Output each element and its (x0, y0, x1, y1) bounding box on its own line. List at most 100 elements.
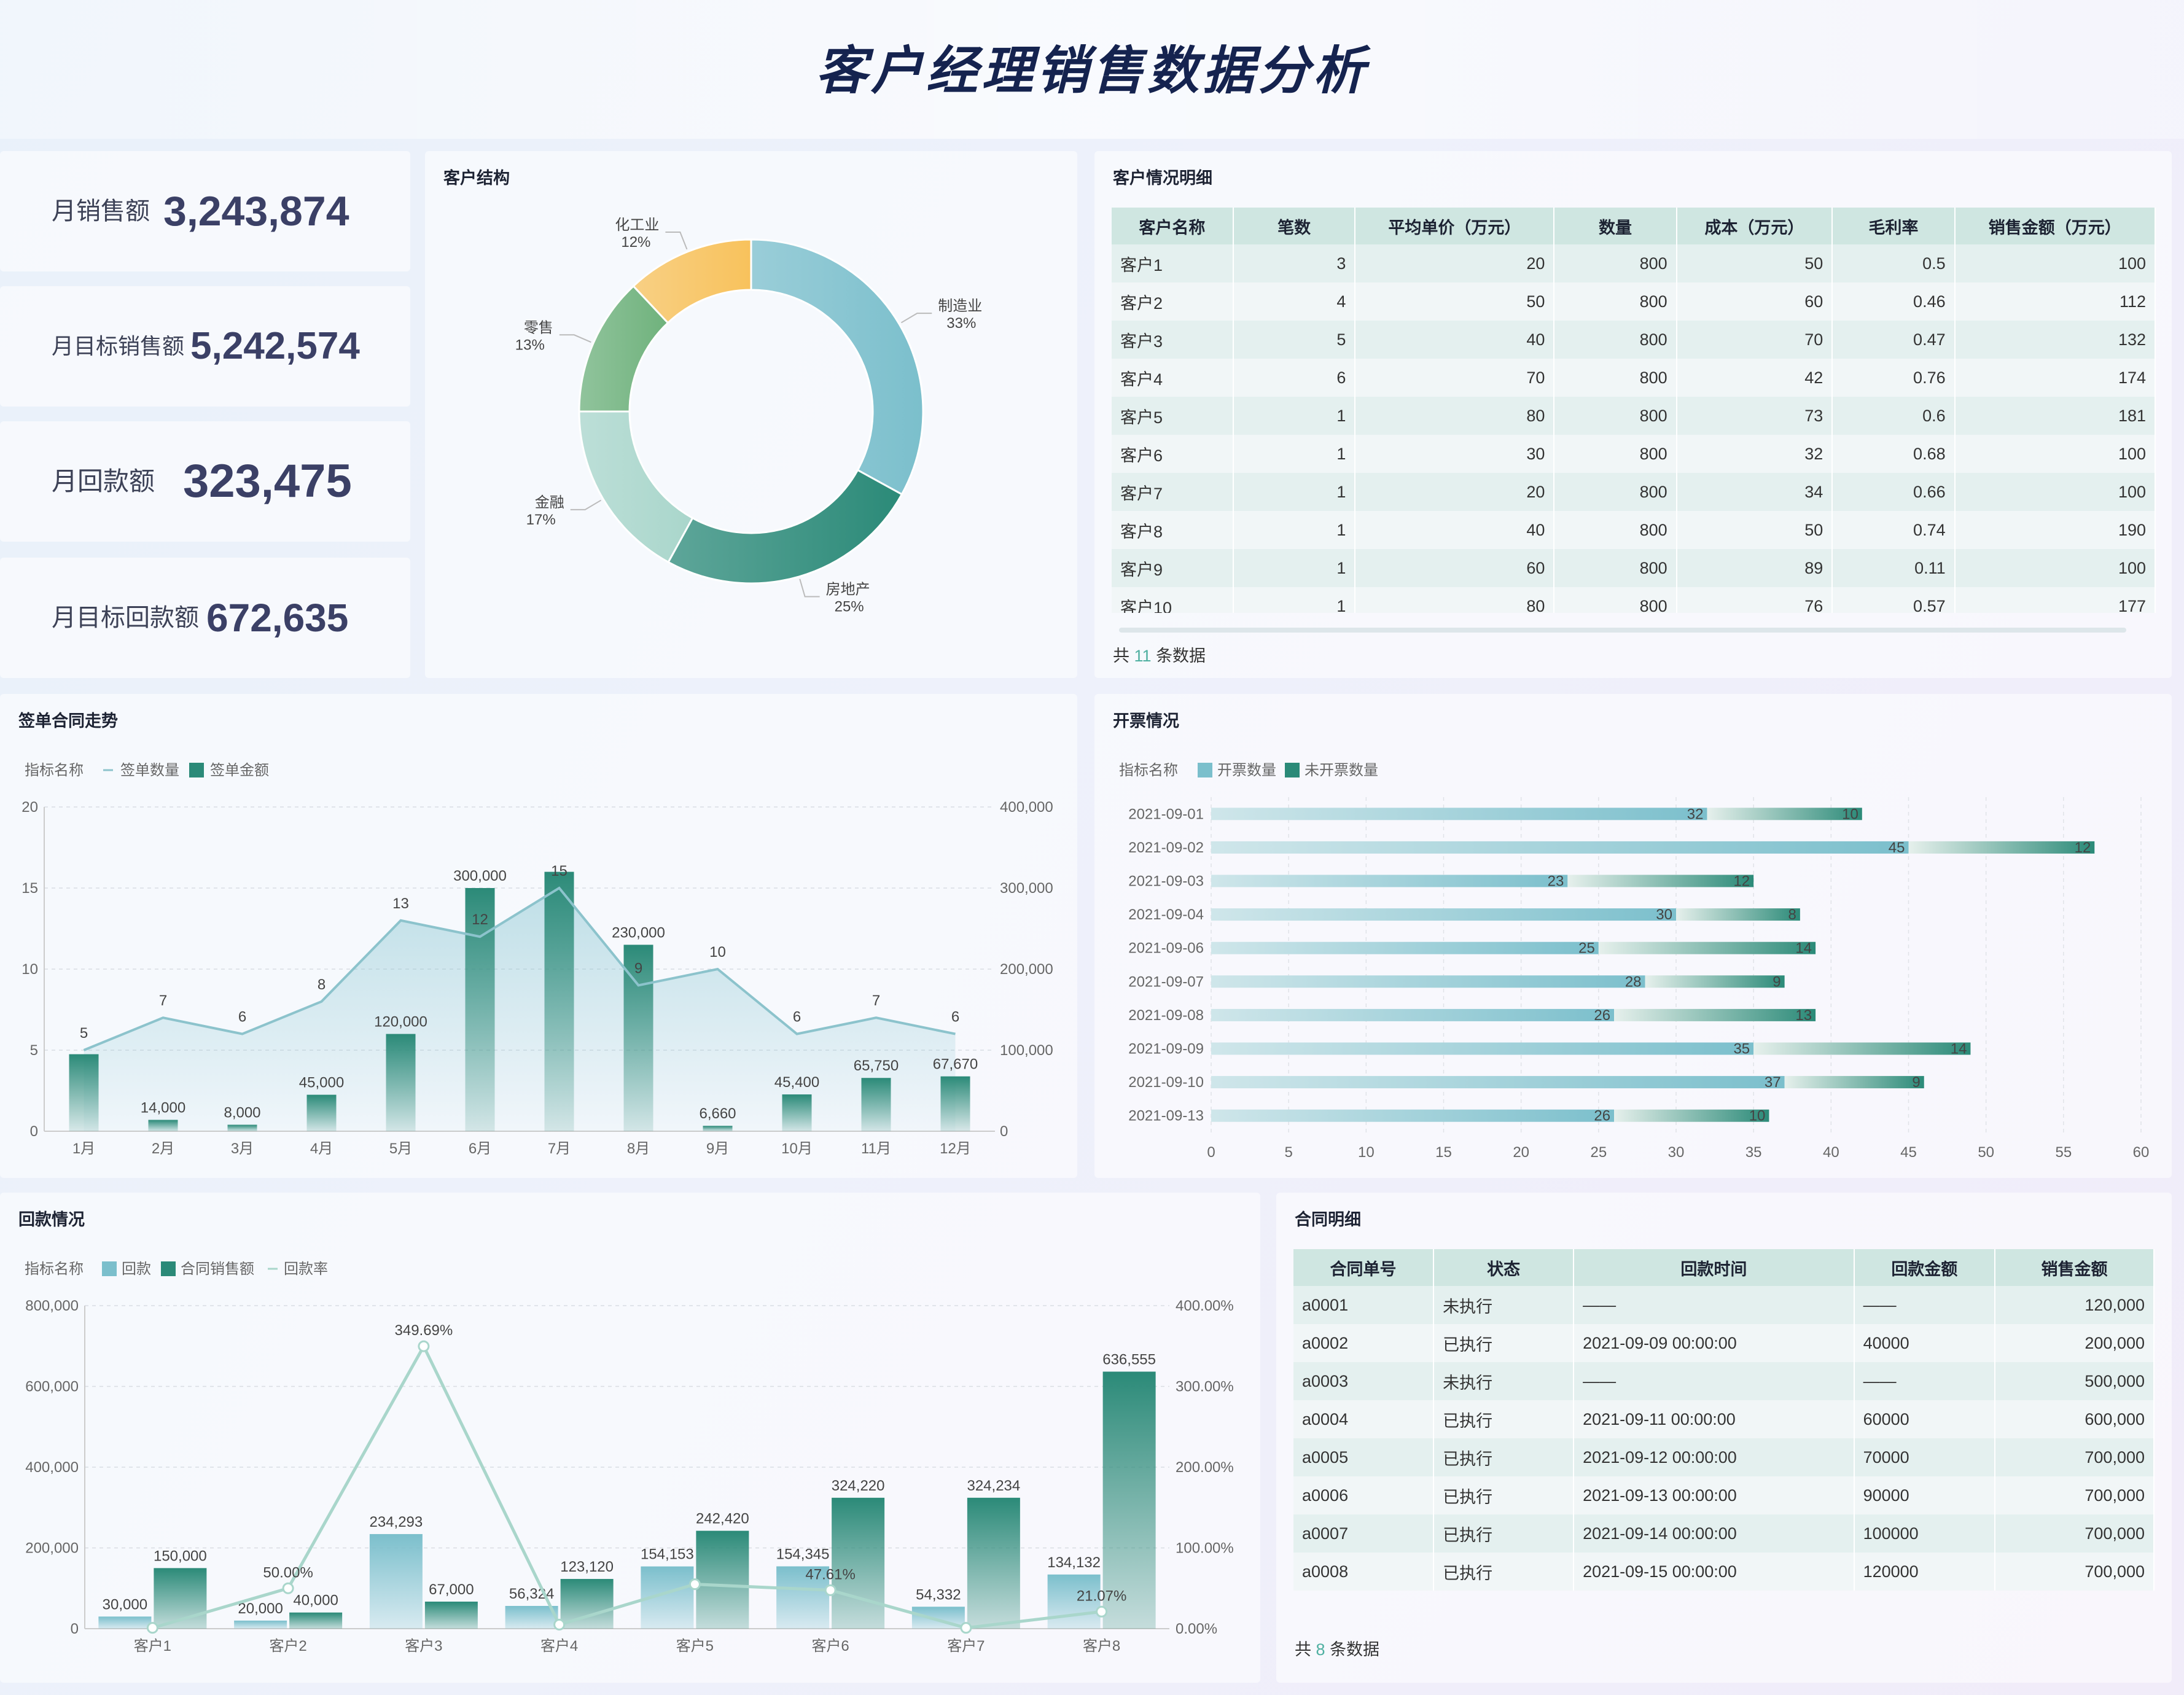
table-cell: 20 (1355, 244, 1555, 282)
table-cell: 40 (1355, 321, 1555, 359)
table-cell: 2021-09-13 00:00:00 (1574, 1476, 1855, 1514)
x-tick: 6月 (469, 1140, 491, 1157)
table-cell: 100 (1954, 435, 2156, 473)
table-cell: 100 (1954, 473, 2156, 511)
column-header[interactable]: 笔数 (1233, 208, 1356, 244)
column-header[interactable]: 毛利率 (1832, 208, 1956, 244)
bar-value-label: 37 (1765, 1074, 1781, 1091)
column-header[interactable]: 回款时间 (1574, 1249, 1855, 1286)
x-tick: 0 (1207, 1144, 1215, 1161)
bar-invoiced (1211, 841, 1909, 854)
horizontal-scrollbar[interactable] (1119, 628, 2126, 633)
table-row[interactable]: a0002 已执行 2021-09-09 00:00:00 40000 200,000 (1293, 1324, 2155, 1362)
kpi-label: 月回款额 (52, 467, 155, 496)
legend-item: 开票数量 (1217, 762, 1276, 779)
table-cell: 0.76 (1832, 359, 1956, 397)
table-cell: a0004 (1293, 1400, 1435, 1438)
table-row[interactable]: 客户10 1 80 800 76 0.57 177 (1112, 587, 2156, 613)
legend-item: 回款 (122, 1261, 151, 1277)
bar-invoiced (1211, 875, 1568, 887)
donut-slice (667, 469, 903, 585)
kpi-value: 5,242,574 (190, 325, 360, 367)
table-row[interactable]: a0006 已执行 2021-09-13 00:00:00 90000 700,000 (1293, 1476, 2155, 1514)
table-cell: 0.68 (1832, 435, 1956, 473)
table-row[interactable]: a0001 未执行 —— —— 120,000 (1293, 1286, 2155, 1324)
table-row[interactable]: 客户5 1 80 800 73 0.6 181 (1112, 397, 2156, 435)
table-row[interactable]: a0004 已执行 2021-09-11 00:00:00 60000 600,000 (1293, 1400, 2155, 1438)
table-row[interactable]: a0008 已执行 2021-09-15 00:00:00 120000 700,000 (1293, 1553, 2155, 1591)
bar-value-label: 65,750 (854, 1058, 899, 1074)
table-row[interactable]: 客户1 3 20 800 50 0.5 100 (1112, 244, 2156, 282)
table-row[interactable]: 客户8 1 40 800 50 0.74 190 (1112, 511, 2156, 549)
panel-title: 合同明细 (1295, 1210, 1361, 1229)
y-tick-left: 400,000 (25, 1459, 79, 1476)
column-header[interactable]: 销售金额 (1995, 1249, 2155, 1286)
table-row[interactable]: 客户9 1 60 800 89 0.11 100 (1112, 549, 2156, 587)
table-row[interactable]: 客户4 6 70 800 42 0.76 174 (1112, 359, 2156, 397)
y-tick-right: 200,000 (1000, 961, 1053, 978)
table-cell: 客户5 (1112, 397, 1234, 435)
contract-table-scroll[interactable]: 合同单号 状态 回款时间 回款金额 销售金额 a0001 未执行 —— —— 120,000 a0… (1293, 1249, 2155, 1605)
table-row[interactable]: a0005 已执行 2021-09-12 00:00:00 70000 700,000 (1293, 1438, 2155, 1476)
bar-invoiced (1211, 941, 1599, 954)
line-point (824, 1584, 837, 1596)
column-header[interactable]: 数量 (1554, 208, 1677, 244)
x-tick: 客户5 (676, 1638, 714, 1654)
x-tick: 客户4 (540, 1638, 578, 1654)
table-cell: a0003 (1293, 1362, 1435, 1400)
column-header[interactable]: 回款金额 (1854, 1249, 1996, 1286)
bar-value-label: 45,400 (774, 1074, 819, 1091)
line-point (688, 1578, 701, 1591)
slice-percent: 17% (526, 512, 556, 528)
y-tick: 2021-09-03 (1128, 873, 1204, 890)
table-row[interactable]: 客户2 4 50 800 60 0.46 112 (1112, 282, 2156, 321)
table-cell: 70 (1355, 359, 1555, 397)
customer-table-scroll[interactable]: 客户名称 笔数 平均单价（万元） 数量 成本（万元） 毛利率 销售金额（万元） 客户1 3 20… (1112, 208, 2156, 613)
column-header[interactable]: 状态 (1433, 1249, 1575, 1286)
bar (940, 1076, 970, 1131)
bar-value-label: 120,000 (374, 1014, 427, 1031)
column-header[interactable]: 销售金额（万元） (1954, 208, 2156, 244)
bar-value-label: 23 (1548, 873, 1564, 890)
x-tick: 客户6 (811, 1638, 849, 1654)
y-tick-left: 800,000 (25, 1298, 79, 1314)
y-tick-right: 400.00% (1176, 1298, 1234, 1314)
legend-item: 签单数量 (120, 762, 179, 779)
bar-value-label: 10 (1749, 1108, 1766, 1124)
table-cell: 800 (1554, 473, 1677, 511)
table-row[interactable]: 客户6 1 30 800 32 0.68 100 (1112, 435, 2156, 473)
x-tick: 15 (1435, 1144, 1452, 1161)
column-header[interactable]: 平均单价（万元） (1355, 208, 1555, 244)
x-tick: 20 (1513, 1144, 1529, 1161)
table-cell: 6 (1233, 359, 1356, 397)
table-cell: —— (1854, 1362, 1996, 1400)
column-header[interactable]: 合同单号 (1293, 1249, 1435, 1286)
y-tick: 2021-09-01 (1128, 806, 1204, 822)
column-header[interactable]: 客户名称 (1112, 208, 1234, 244)
customer-detail-panel: 客户情况明细 客户名称 笔数 平均单价（万元） 数量 成本（万元） 毛利率 销售金额（万元）… (1094, 151, 2172, 678)
page-title: 客户经理销售数据分析 (815, 42, 1368, 99)
table-cell: 70000 (1854, 1438, 1996, 1476)
table-cell: 未执行 (1433, 1362, 1575, 1400)
bar-value-label: 54,332 (916, 1586, 961, 1603)
table-row[interactable]: 客户3 5 40 800 70 0.47 132 (1112, 321, 2156, 359)
table-row[interactable]: a0007 已执行 2021-09-14 00:00:00 100000 700,000 (1293, 1514, 2155, 1553)
table-cell: 已执行 (1433, 1514, 1575, 1553)
line-point (418, 1340, 430, 1352)
table-cell: 50 (1676, 244, 1833, 282)
column-header[interactable]: 成本（万元） (1676, 208, 1833, 244)
y-tick-right: 100.00% (1176, 1540, 1234, 1557)
x-tick: 7月 (548, 1140, 571, 1157)
customer-structure-panel: 客户结构 制造业 33% 房地产 25% 金融 17% 零售 13% 化工业 12% (425, 151, 1077, 678)
footer-suffix: 条数据 (1156, 647, 1206, 665)
bar-value-label: 40,000 (293, 1592, 338, 1609)
table-row[interactable]: 客户7 1 20 800 34 0.66 100 (1112, 473, 2156, 511)
table-row[interactable]: a0003 未执行 —— —— 500,000 (1293, 1362, 2155, 1400)
table-cell: 112 (1954, 282, 2156, 321)
table-cell: 50 (1355, 282, 1555, 321)
line-value-label: 6 (238, 1009, 246, 1026)
x-tick: 客户1 (134, 1638, 171, 1654)
bar-value-label: 6,660 (699, 1105, 736, 1122)
line-value-label: 21.07% (1077, 1588, 1126, 1604)
y-tick-left: 0 (71, 1621, 79, 1637)
